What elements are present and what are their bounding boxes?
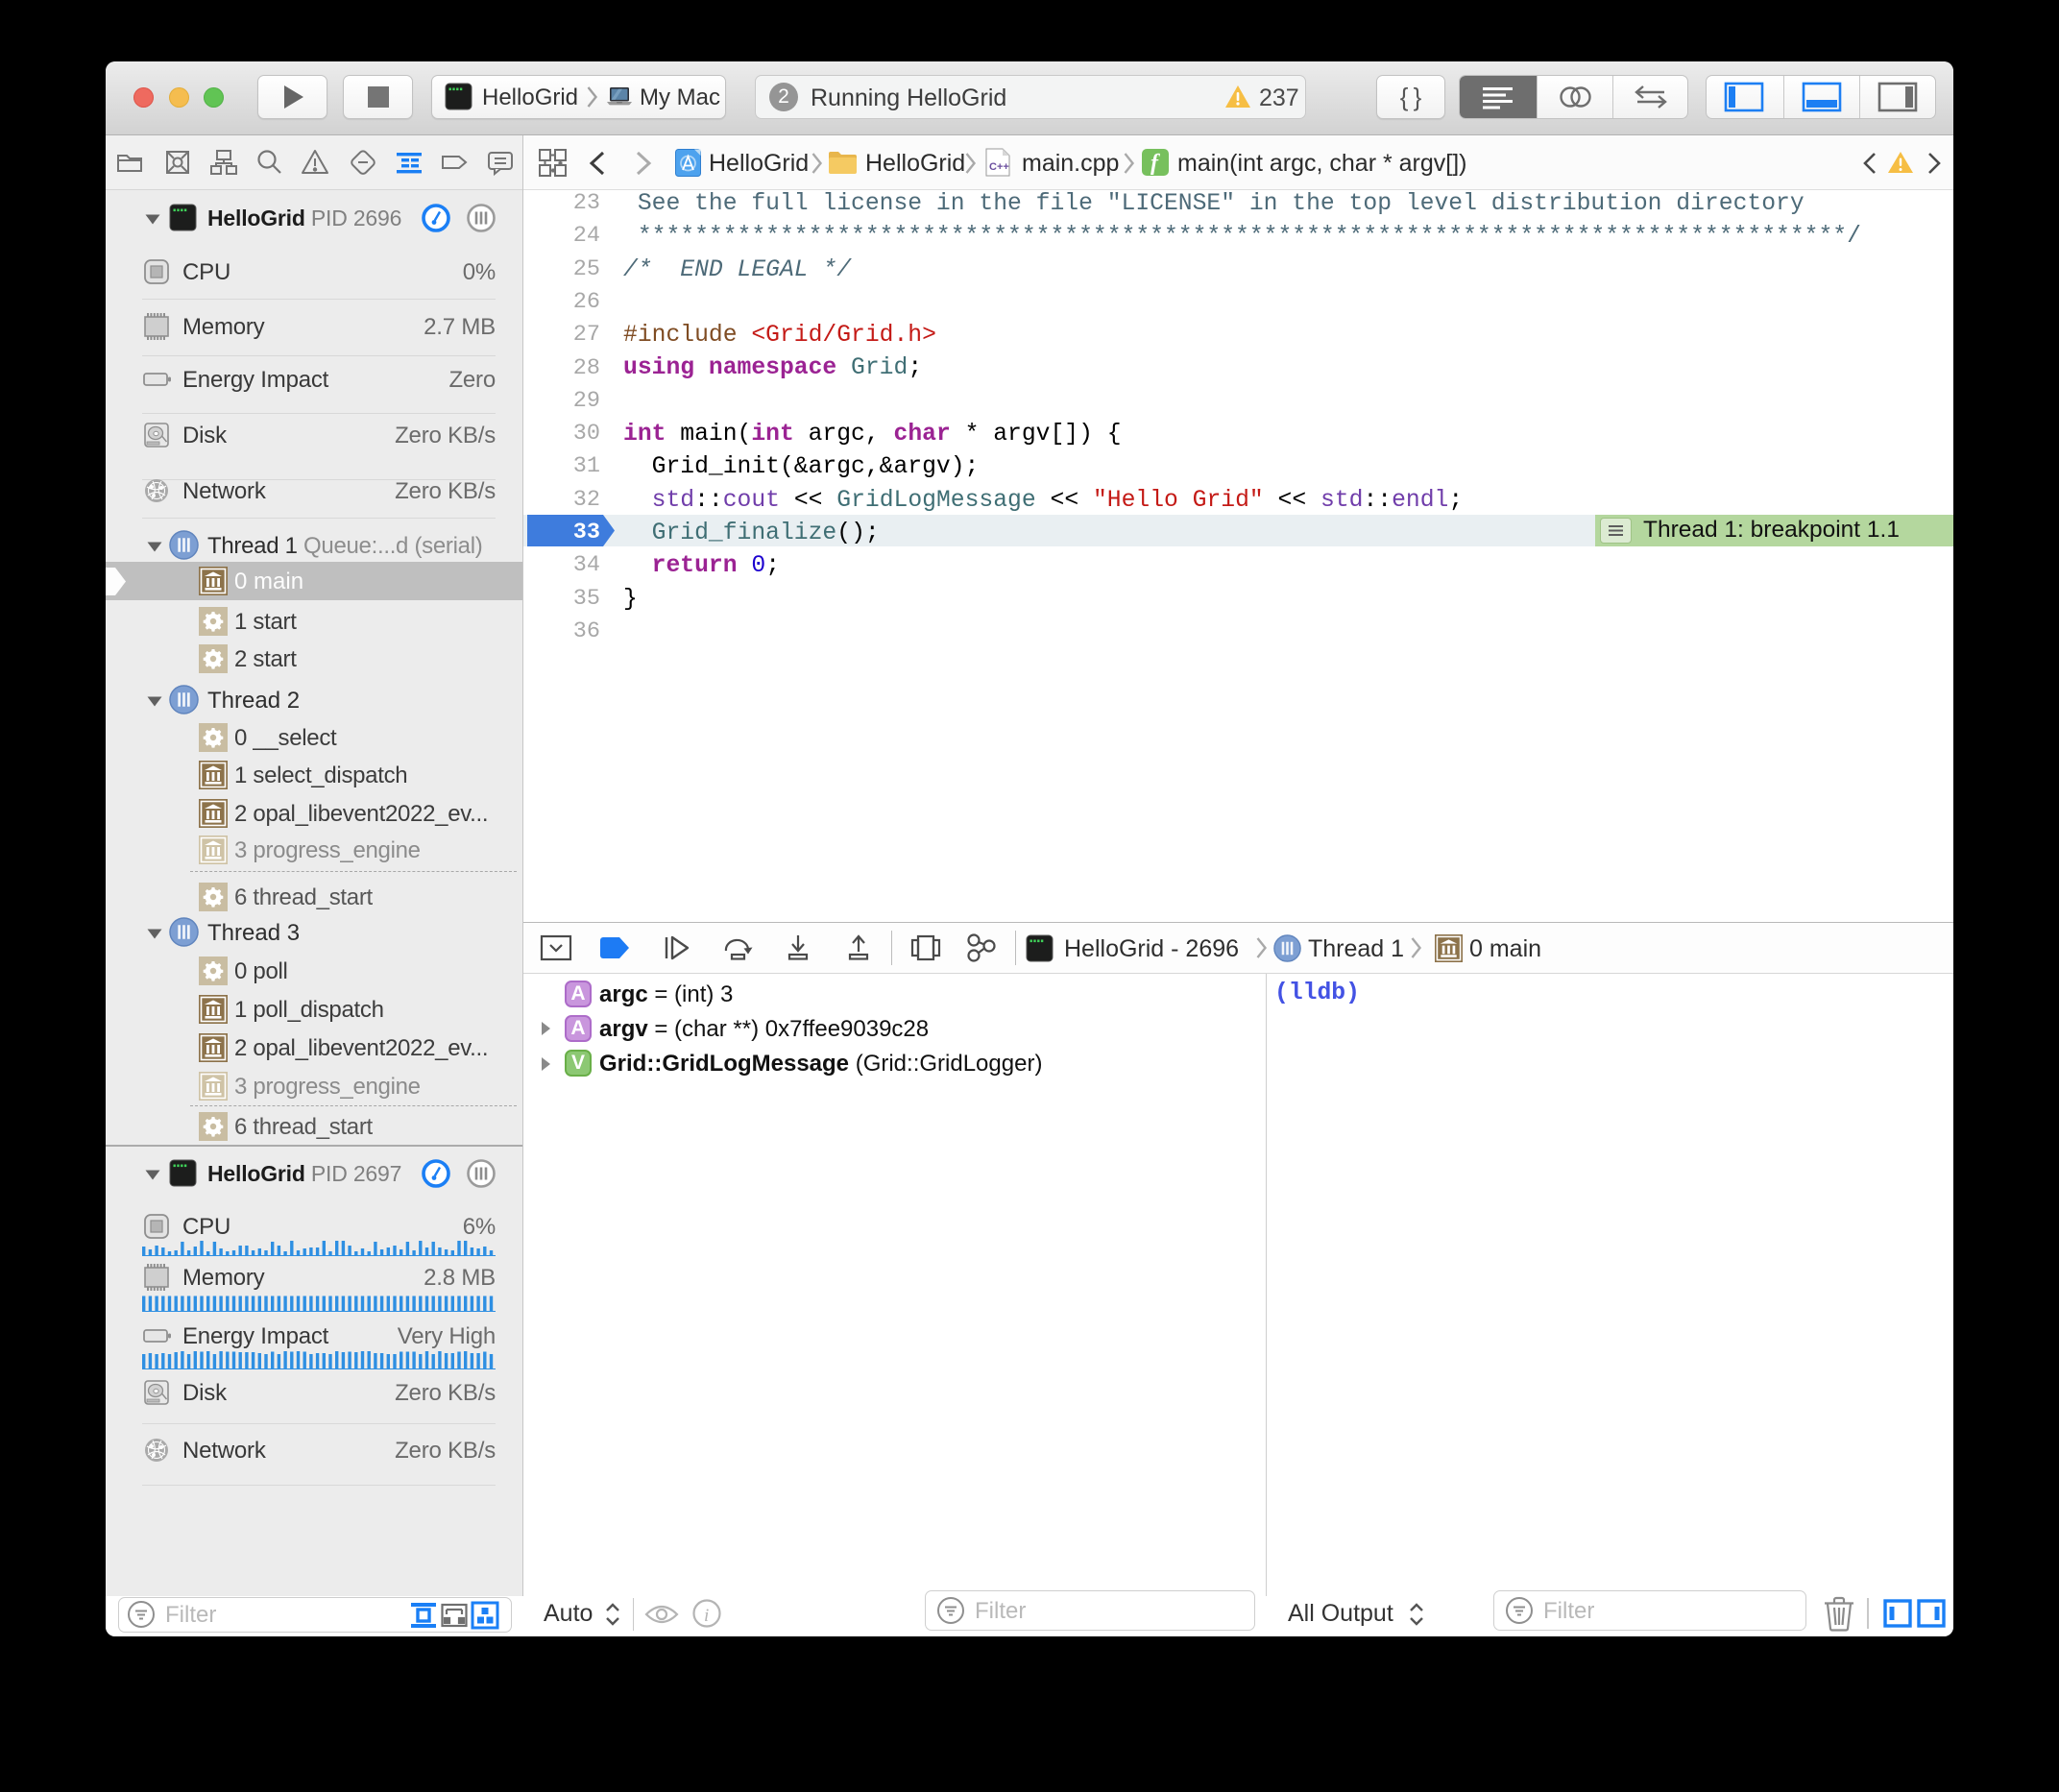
- svg-text:C++: C++: [989, 161, 1009, 173]
- svg-text:i: i: [704, 1606, 709, 1626]
